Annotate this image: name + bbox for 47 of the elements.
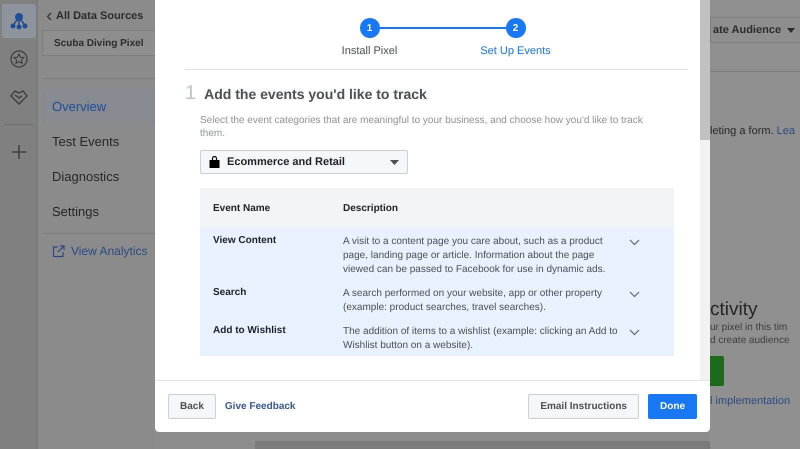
plus-icon	[12, 145, 26, 159]
event-description: The addition of items to a wishlist (example: clicking an Add to Wishlist button on a website).	[343, 325, 619, 353]
event-description: A search performed on your website, app or other property (example: product searches, travel searches).	[343, 287, 604, 315]
step-label: Install Pixel	[342, 45, 398, 57]
network-icon	[10, 12, 28, 30]
activity-text: ur pixel in this tim	[710, 321, 788, 334]
learn-more-link[interactable]: Lea	[776, 125, 796, 137]
email-instructions-button[interactable]: Email Instructions	[528, 394, 639, 419]
external-link-icon	[52, 244, 65, 258]
sidebar-item[interactable]: Test Events	[42, 124, 155, 159]
event-name: View Content	[213, 235, 278, 248]
step-number: 2	[506, 18, 526, 38]
sidebar-item[interactable]: Overview	[42, 89, 155, 124]
chevron-left-icon	[46, 12, 52, 20]
implementation-link[interactable]: l implementation	[710, 395, 800, 407]
sidebar-item[interactable]: Diagnostics	[42, 159, 155, 194]
step-number: 1	[360, 18, 380, 38]
analytics-link-text[interactable]: View Analytics	[71, 244, 148, 258]
audience-button[interactable]: ate Audience	[710, 17, 800, 43]
feedback-link[interactable]: Give Feedback	[224, 401, 296, 412]
back-link[interactable]: All Data Sources	[42, 10, 155, 22]
chevron-down-icon[interactable]	[629, 239, 640, 246]
intro-text: leting a form. Lea	[710, 125, 796, 137]
scrollbar[interactable]	[700, 0, 710, 380]
pixel-name[interactable]: Scuba Diving Pixel	[42, 30, 155, 56]
event-description: A visit to a content page you care about, such as a product page, landing page or article. Information about the page viewed can be passed to Facebook for use in dynamic ads.	[343, 235, 606, 277]
column-header: Description	[343, 202, 400, 214]
category-dropdown[interactable]: Ecommerce and Retail	[200, 150, 408, 174]
activity-text: d create audience	[710, 334, 791, 347]
column-header: Event Name	[213, 202, 272, 214]
section-heading: Add the events you'd like to track	[204, 86, 427, 102]
section-number: 1	[185, 82, 196, 105]
step-label: Set Up Events	[480, 45, 551, 57]
activity-title: ctivity	[710, 299, 758, 321]
back-button[interactable]: Back	[168, 394, 216, 419]
section-description: Select the event categories that are meaningful to your business, and choose how you'd like to track them.	[200, 114, 644, 140]
sidebar-item[interactable]: Settings	[42, 194, 155, 229]
caret-icon	[390, 160, 399, 164]
back-link-text[interactable]: All Data Sources	[56, 10, 144, 22]
event-name: Search	[213, 287, 248, 300]
rail-button[interactable]	[2, 4, 36, 38]
done-button[interactable]: Done	[648, 394, 697, 419]
shopping-bag-icon	[209, 156, 220, 168]
chevron-down-icon[interactable]	[629, 329, 640, 336]
chevron-down-icon[interactable]	[629, 291, 640, 298]
caret-icon	[787, 28, 796, 32]
event-name: Add to Wishlist	[213, 325, 287, 338]
